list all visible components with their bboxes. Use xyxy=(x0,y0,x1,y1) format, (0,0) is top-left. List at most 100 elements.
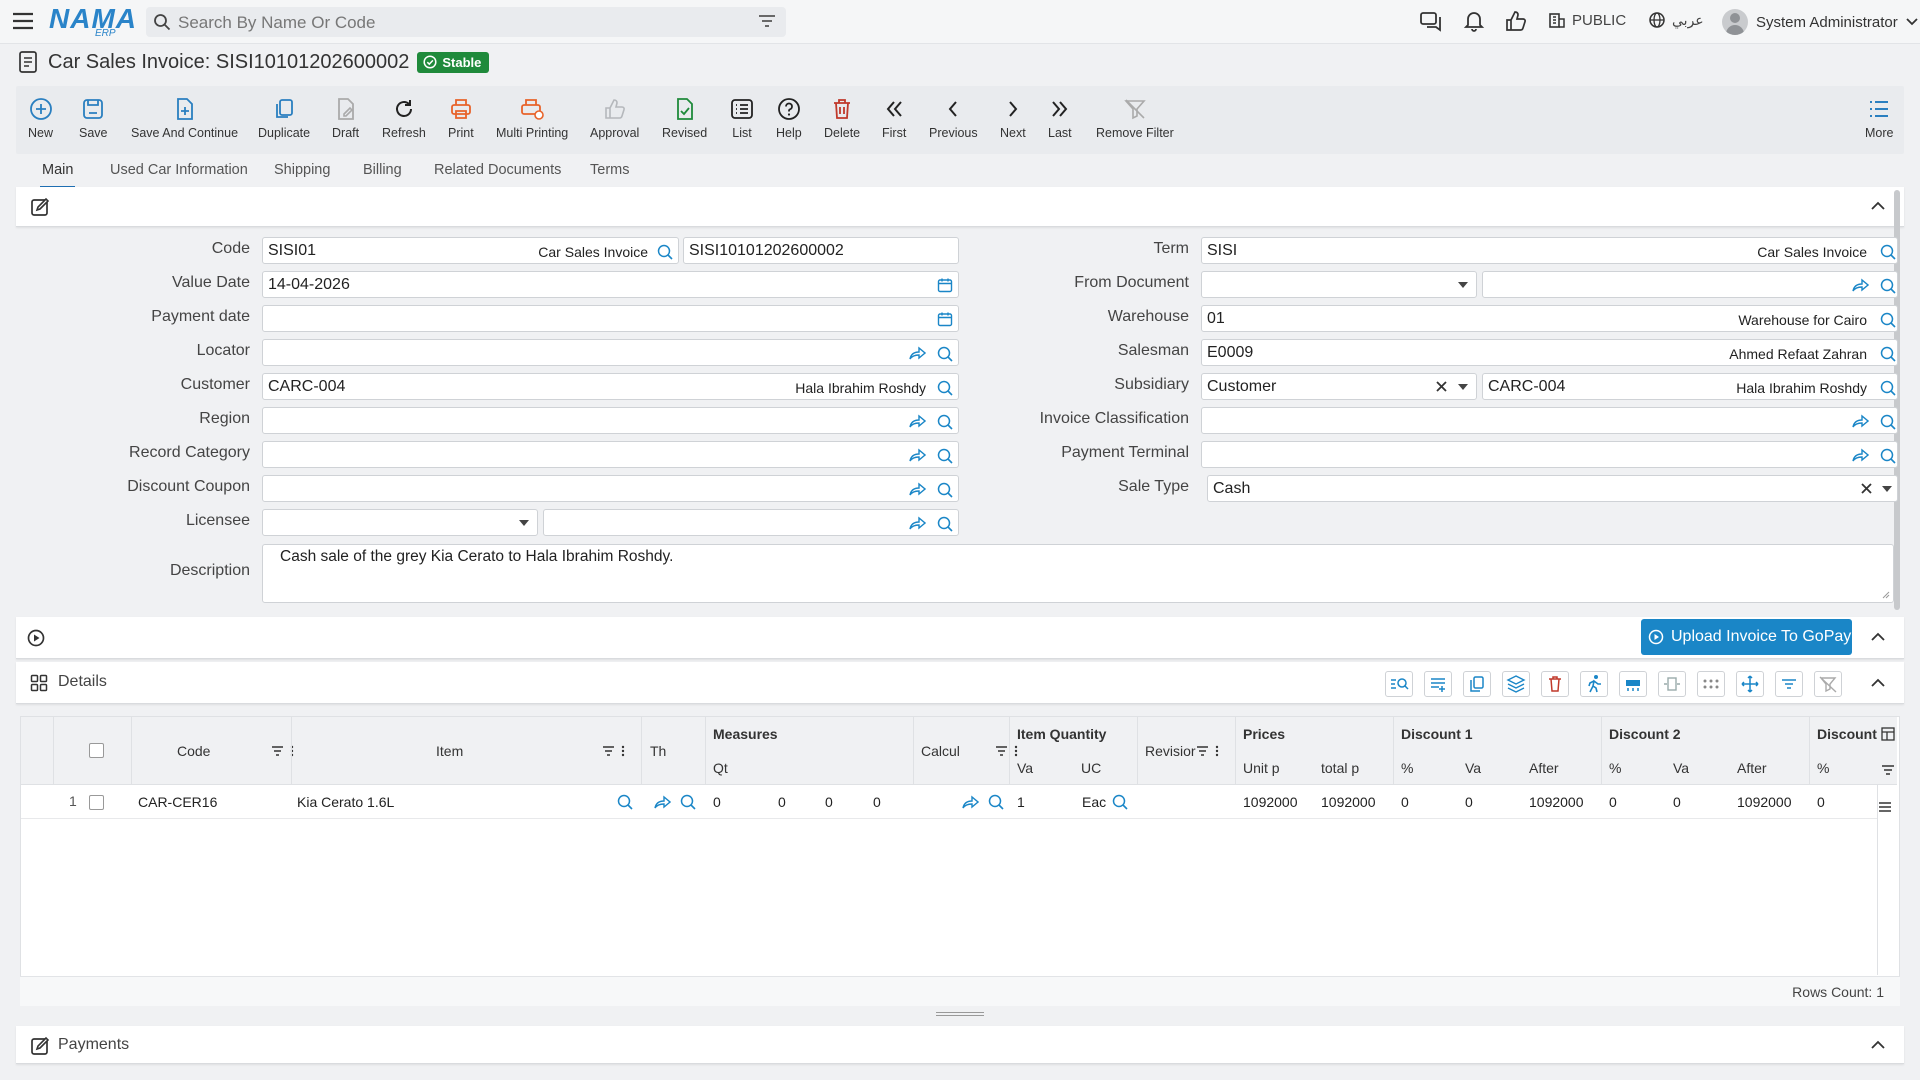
add-row-icon[interactable] xyxy=(1424,671,1452,697)
tab-shipping[interactable]: Shipping xyxy=(274,162,330,178)
chat-icon[interactable] xyxy=(1419,10,1443,32)
from-document-field[interactable] xyxy=(1482,271,1898,298)
copy-row-icon[interactable] xyxy=(1463,671,1491,697)
play-circle-icon[interactable] xyxy=(27,629,45,647)
col-d1-after[interactable]: After xyxy=(1529,760,1559,776)
col-qty[interactable]: Qt xyxy=(713,760,728,776)
tab-related-documents[interactable]: Related Documents xyxy=(434,162,561,178)
record-category-field[interactable] xyxy=(262,441,959,468)
list-button[interactable]: List xyxy=(730,96,754,140)
col-d2-after[interactable]: After xyxy=(1737,760,1767,776)
row-d2-percent[interactable]: 0 xyxy=(1609,794,1617,810)
duplicate-button[interactable]: Duplicate xyxy=(258,96,310,140)
col-code[interactable]: Code xyxy=(177,743,210,759)
collapse-icon[interactable] xyxy=(1871,632,1885,642)
menu-icon[interactable] xyxy=(12,11,34,31)
locator-field[interactable] xyxy=(262,339,959,366)
discount-coupon-field[interactable] xyxy=(262,475,959,502)
subsidiary-type-select[interactable]: Customer xyxy=(1201,373,1477,400)
value-date-field[interactable]: 14-04-2026 xyxy=(262,271,959,298)
row-code[interactable]: CAR-CER16 xyxy=(138,794,217,810)
sale-type-select[interactable]: Cash xyxy=(1207,475,1898,502)
col-uc[interactable]: UC xyxy=(1081,760,1101,776)
dots-grid-icon[interactable] xyxy=(1697,671,1725,697)
col-d1-percent[interactable]: % xyxy=(1401,760,1413,776)
salesman-field[interactable]: E0009 Ahmed Refaat Zahran xyxy=(1201,339,1898,366)
fit-columns-icon[interactable] xyxy=(1658,671,1686,697)
layers-icon[interactable] xyxy=(1502,671,1530,697)
upload-invoice-gopay-button[interactable]: Upload Invoice To GoPay xyxy=(1641,619,1852,655)
print-button[interactable]: Print xyxy=(448,96,474,140)
columns-icon[interactable] xyxy=(1619,671,1647,697)
region-field[interactable] xyxy=(262,407,959,434)
filter-icon[interactable] xyxy=(758,14,776,28)
col-unit-price[interactable]: Unit p xyxy=(1243,760,1280,776)
lookup-icon[interactable] xyxy=(1879,277,1897,295)
description-textarea[interactable]: Cash sale of the grey Kia Cerato to Hala… xyxy=(262,544,1894,603)
help-button[interactable]: Help xyxy=(776,96,802,140)
row-checkbox[interactable] xyxy=(89,795,104,810)
row-unit-price[interactable]: 1092000 xyxy=(1243,794,1298,810)
row-unit[interactable]: Eac xyxy=(1082,794,1106,810)
code-field[interactable]: SISI01 Car Sales Invoice xyxy=(262,237,679,264)
lookup-icon[interactable] xyxy=(679,793,697,811)
col-item[interactable]: Item xyxy=(436,743,463,759)
payment-date-field[interactable] xyxy=(262,305,959,332)
hamburger-icon[interactable] xyxy=(1878,801,1892,813)
filter-icon[interactable] xyxy=(1881,765,1895,775)
payment-terminal-field[interactable] xyxy=(1201,441,1898,468)
approval-button[interactable]: Approval xyxy=(590,96,639,140)
next-button[interactable]: Next xyxy=(1000,96,1026,140)
share-icon[interactable] xyxy=(961,794,979,810)
col-d3-percent[interactable]: % xyxy=(1817,760,1829,776)
lookup-icon[interactable] xyxy=(1879,447,1897,465)
bell-icon[interactable] xyxy=(1463,10,1485,32)
remove-filter-button[interactable]: Remove Filter xyxy=(1096,96,1174,140)
lookup-icon[interactable] xyxy=(616,793,634,811)
row-d1-after[interactable]: 1092000 xyxy=(1529,794,1584,810)
lookup-icon[interactable] xyxy=(1111,793,1129,811)
multi-printing-button[interactable]: Multi Printing xyxy=(496,96,568,140)
share-icon[interactable] xyxy=(1851,413,1869,429)
row-measure-3[interactable]: 0 xyxy=(825,794,833,810)
row-d1-percent[interactable]: 0 xyxy=(1401,794,1409,810)
language-selector[interactable]: عربي xyxy=(1648,11,1704,29)
col-revision[interactable]: Revisior xyxy=(1145,743,1196,759)
column-chooser-icon[interactable] xyxy=(1881,727,1895,741)
licensee-type-select[interactable] xyxy=(262,509,538,536)
row-d3-percent[interactable]: 0 xyxy=(1817,794,1825,810)
lookup-icon[interactable] xyxy=(1879,413,1897,431)
first-button[interactable]: First xyxy=(882,96,906,140)
subsidiary-field[interactable]: CARC-004 Hala Ibrahim Roshdy xyxy=(1482,373,1898,400)
more-button[interactable]: More xyxy=(1865,96,1893,140)
licensee-field[interactable] xyxy=(543,509,959,536)
row-measure-4[interactable]: 0 xyxy=(873,794,881,810)
select-all-checkbox[interactable] xyxy=(89,743,104,758)
lookup-icon[interactable] xyxy=(1879,311,1897,329)
row-measure-1[interactable]: 0 xyxy=(713,794,721,810)
edit-icon[interactable] xyxy=(30,1036,50,1056)
tab-used-car-information[interactable]: Used Car Information xyxy=(110,162,248,178)
lookup-icon[interactable] xyxy=(1879,345,1897,363)
warehouse-field[interactable]: 01 Warehouse for Cairo xyxy=(1201,305,1898,332)
last-button[interactable]: Last xyxy=(1048,96,1072,140)
lookup-icon[interactable] xyxy=(1879,379,1897,397)
share-icon[interactable] xyxy=(1851,277,1869,293)
table-row[interactable]: 1 CAR-CER16 Kia Cerato 1.6L 0 0 0 0 1 Ea… xyxy=(21,785,1877,819)
nama-logo[interactable]: NAMA ERP xyxy=(49,4,136,40)
refresh-button[interactable]: Refresh xyxy=(382,96,426,140)
share-icon[interactable] xyxy=(1851,447,1869,463)
delete-row-icon[interactable] xyxy=(1541,671,1569,697)
revised-button[interactable]: Revised xyxy=(662,96,707,140)
col-value[interactable]: Va xyxy=(1017,760,1033,776)
row-d2-after[interactable]: 1092000 xyxy=(1737,794,1792,810)
invoice-classification-field[interactable] xyxy=(1201,407,1898,434)
tab-main[interactable]: Main xyxy=(39,162,76,188)
col-total-price[interactable]: total p xyxy=(1321,760,1359,776)
customer-field[interactable]: CARC-004 Hala Ibrahim Roshdy xyxy=(262,373,959,400)
draft-button[interactable]: Draft xyxy=(332,96,359,140)
delete-button[interactable]: Delete xyxy=(824,96,860,140)
new-button[interactable]: New xyxy=(28,96,53,140)
col-th[interactable]: Th xyxy=(650,743,666,759)
clear-filter-icon[interactable] xyxy=(1814,671,1842,697)
